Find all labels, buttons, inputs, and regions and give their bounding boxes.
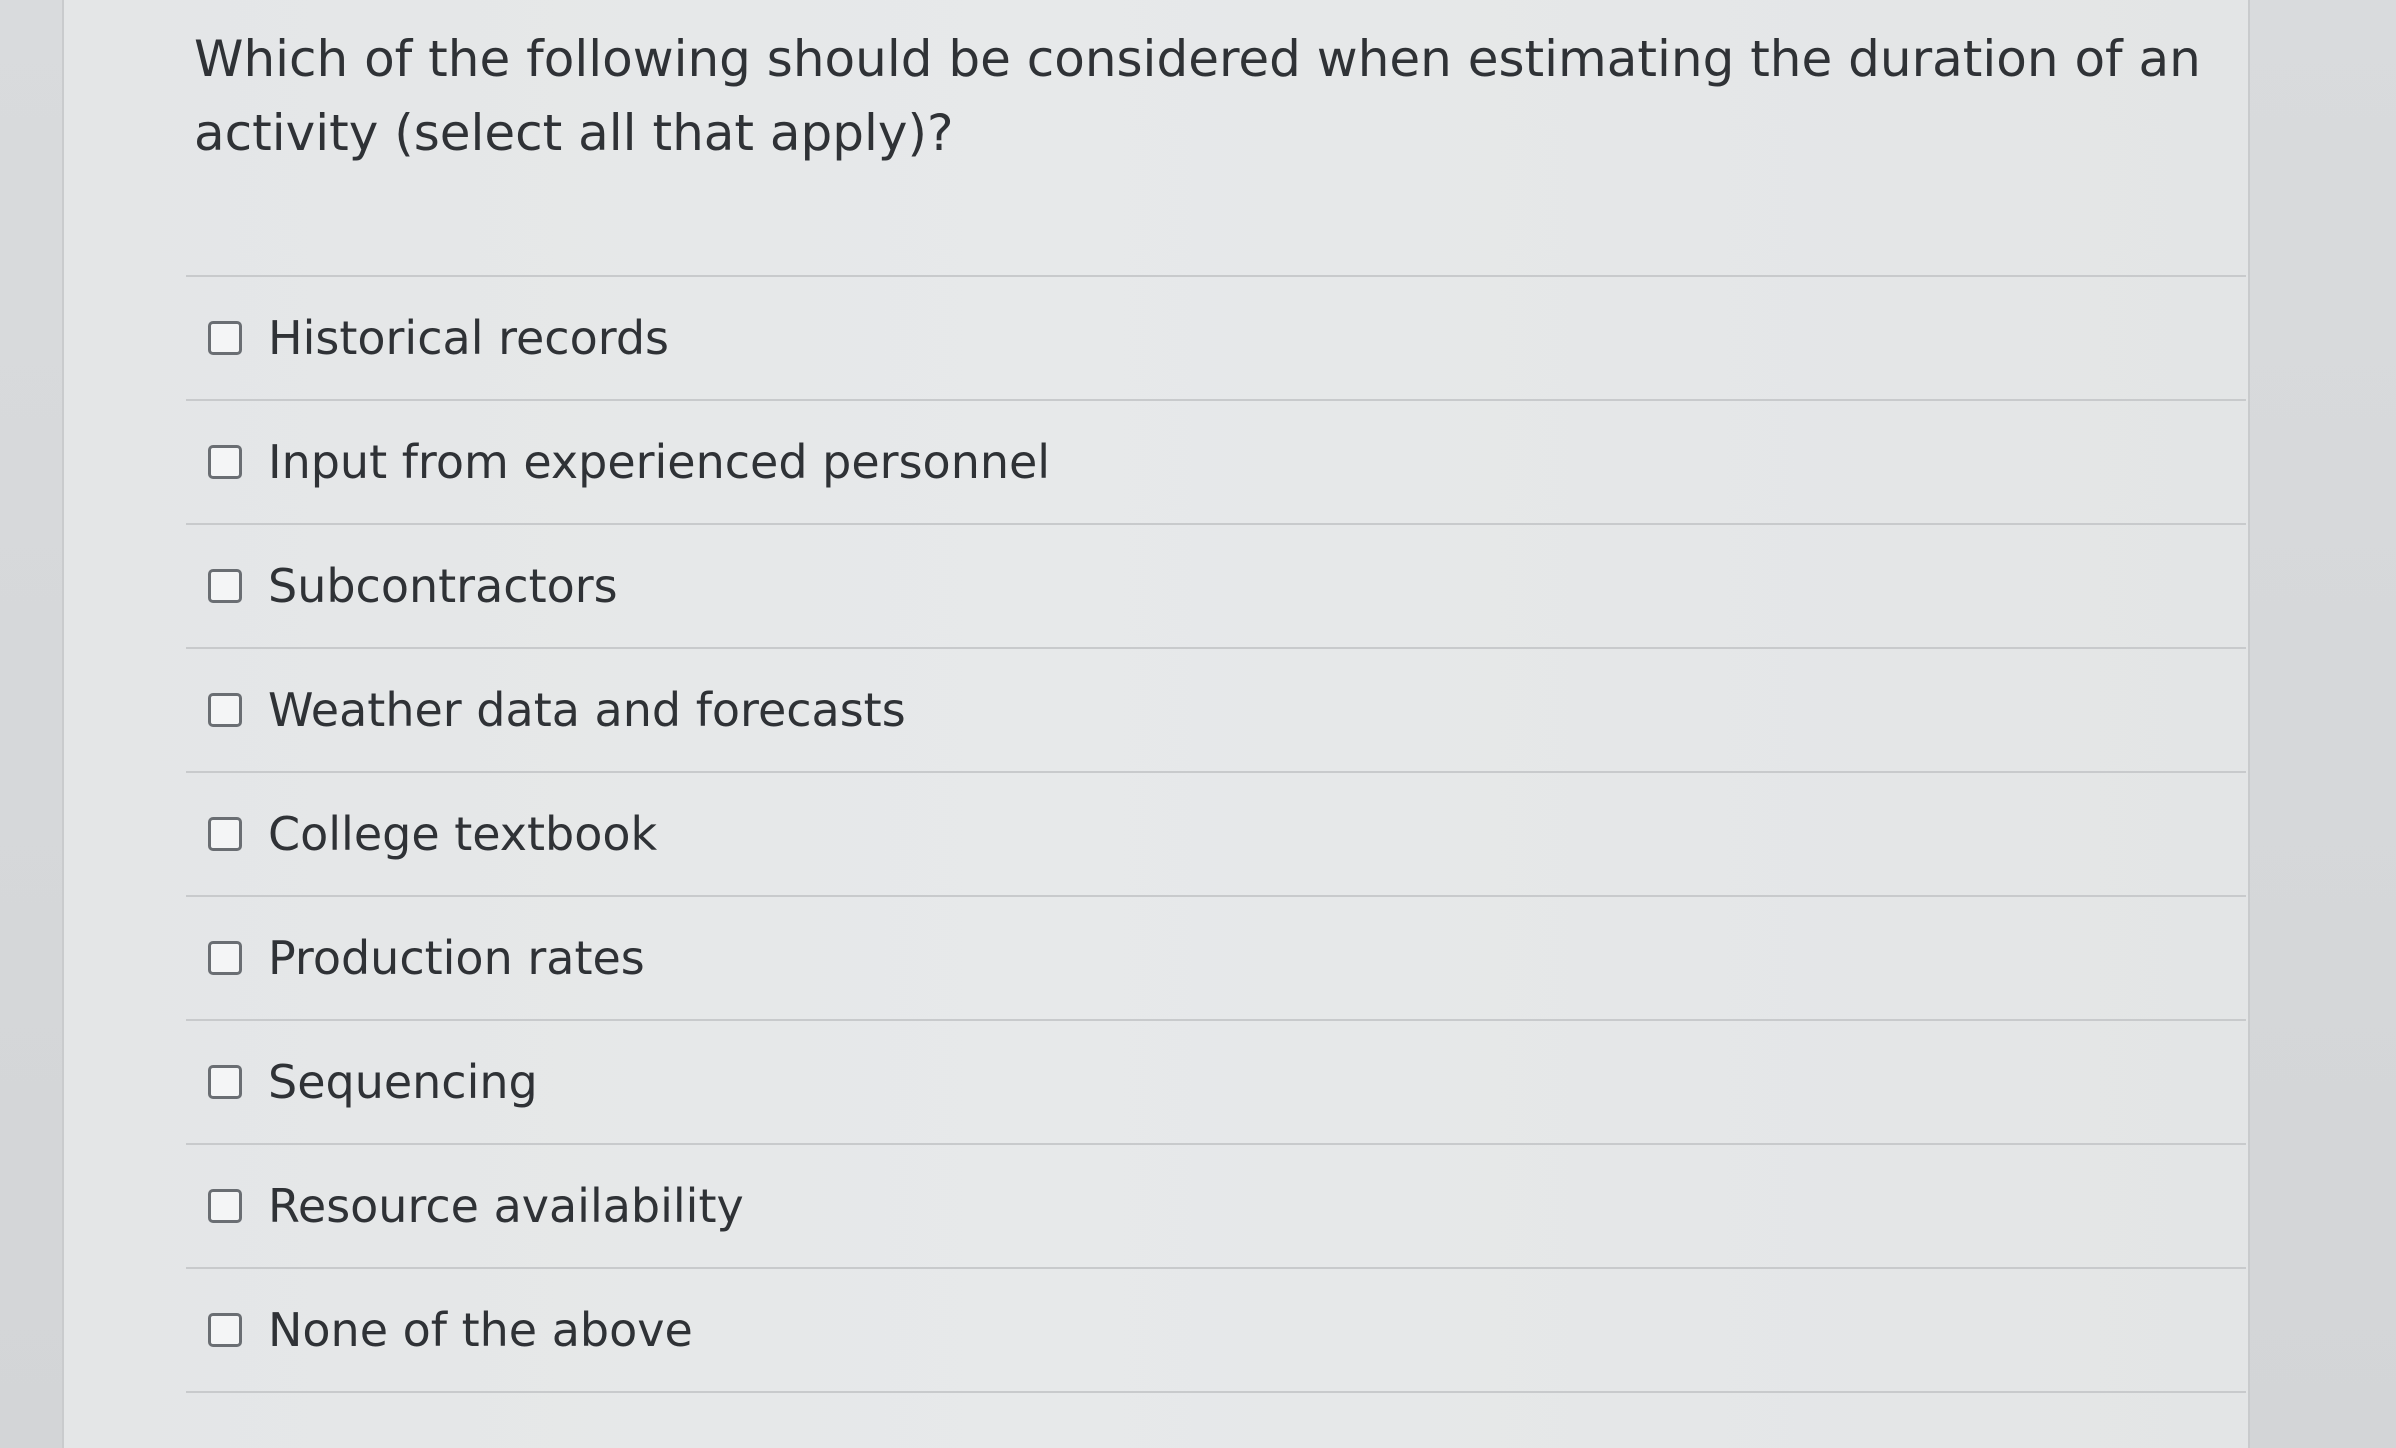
checkbox[interactable] bbox=[208, 941, 242, 975]
checkbox[interactable] bbox=[208, 693, 242, 727]
question-text: Which of the following should be conside… bbox=[194, 30, 2201, 162]
option-label: Sequencing bbox=[268, 1055, 538, 1109]
option-label: Production rates bbox=[268, 931, 645, 985]
checkbox[interactable] bbox=[208, 1313, 242, 1347]
option-production-rates[interactable]: Production rates bbox=[186, 897, 2246, 1021]
option-label: Weather data and forecasts bbox=[268, 683, 906, 737]
page-background: Which of the following should be conside… bbox=[0, 0, 2396, 1448]
option-label: Subcontractors bbox=[268, 559, 618, 613]
option-none-of-the-above[interactable]: None of the above bbox=[186, 1269, 2246, 1393]
answer-options-list: Historical records Input from experience… bbox=[186, 275, 2246, 1393]
option-sequencing[interactable]: Sequencing bbox=[186, 1021, 2246, 1145]
option-label: Input from experienced personnel bbox=[268, 435, 1051, 489]
option-label: Historical records bbox=[268, 311, 669, 365]
option-resource-availability[interactable]: Resource availability bbox=[186, 1145, 2246, 1269]
question-card: Which of the following should be conside… bbox=[62, 0, 2250, 1448]
option-historical-records[interactable]: Historical records bbox=[186, 277, 2246, 401]
option-subcontractors[interactable]: Subcontractors bbox=[186, 525, 2246, 649]
checkbox[interactable] bbox=[208, 569, 242, 603]
checkbox[interactable] bbox=[208, 1065, 242, 1099]
option-weather-data-and-forecasts[interactable]: Weather data and forecasts bbox=[186, 649, 2246, 773]
option-label: Resource availability bbox=[268, 1179, 744, 1233]
option-label: None of the above bbox=[268, 1303, 693, 1357]
checkbox[interactable] bbox=[208, 817, 242, 851]
option-college-textbook[interactable]: College textbook bbox=[186, 773, 2246, 897]
checkbox[interactable] bbox=[208, 445, 242, 479]
checkbox[interactable] bbox=[208, 321, 242, 355]
option-input-from-experienced-personnel[interactable]: Input from experienced personnel bbox=[186, 401, 2246, 525]
option-label: College textbook bbox=[268, 807, 658, 861]
checkbox[interactable] bbox=[208, 1189, 242, 1223]
